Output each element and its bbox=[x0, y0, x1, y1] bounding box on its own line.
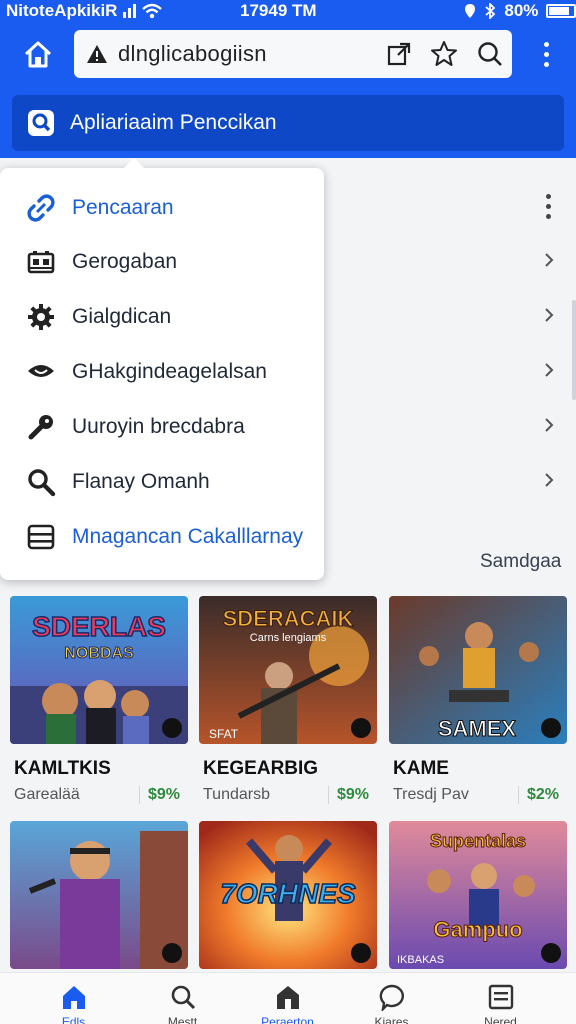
art-title: Gampuo bbox=[433, 917, 522, 942]
game-title: KAME bbox=[393, 758, 449, 779]
game-title: KEGEARBIG bbox=[203, 758, 319, 779]
section-link[interactable]: Samdgaa bbox=[480, 551, 561, 573]
inbox-icon bbox=[488, 984, 514, 1010]
nav-label: Mestt bbox=[167, 1015, 198, 1024]
art-corner-text: SFAT bbox=[209, 727, 239, 741]
game-thumbnail[interactable]: 7ORHNES bbox=[199, 821, 377, 969]
menu-item-label: Gerogaban bbox=[72, 249, 178, 273]
key-icon bbox=[26, 412, 56, 442]
art-subtitle: Carns lengiams bbox=[250, 632, 327, 644]
art-subtitle: NOBDAS bbox=[64, 645, 134, 662]
menu-item-label: Uuroyin brecdabra bbox=[72, 414, 245, 438]
menu-item-mnagancan-cakalllarnay[interactable]: Mnagancan Cakalllarnay bbox=[0, 509, 324, 564]
battery-percent: 80% bbox=[504, 1, 539, 20]
search-icon bbox=[26, 467, 56, 497]
home-icon bbox=[24, 41, 52, 68]
game-thumbnail[interactable]: SDERACAIK Carns lengiams SFAT bbox=[199, 596, 377, 744]
game-title: KAMLTKIS bbox=[14, 758, 111, 779]
game-percent: $9% bbox=[327, 786, 369, 804]
dropdown-menu: Pencaaran Gerogaban Gialgdican GHakginde… bbox=[0, 158, 324, 580]
game-percent: $9% bbox=[138, 786, 180, 804]
nav-label: Nered bbox=[484, 1015, 517, 1024]
section-more-button[interactable] bbox=[538, 190, 558, 222]
game-percent: $2% bbox=[517, 786, 559, 804]
url-bar[interactable]: dlnglicabogiisn bbox=[74, 30, 512, 78]
search-strip-label: Apliariaaim Penccikan bbox=[70, 111, 277, 134]
signal-icon bbox=[123, 4, 137, 18]
game-thumbnail[interactable]: SDERLAS NOBDAS bbox=[10, 596, 188, 744]
nav-item-mestt[interactable]: Mestt bbox=[125, 973, 240, 1024]
location-icon bbox=[465, 4, 476, 18]
list-icon bbox=[26, 522, 56, 552]
status-time: 17949 TM bbox=[240, 1, 317, 20]
scrollbar-thumb[interactable] bbox=[572, 300, 576, 400]
share-edit-icon[interactable] bbox=[386, 41, 412, 67]
search-strip[interactable]: Apliariaaim Penccikan bbox=[12, 95, 564, 151]
chevron-right-icon[interactable] bbox=[540, 361, 558, 379]
menu-item-ghakgindeagelalsan[interactable]: GHakgindeagelalsan bbox=[0, 344, 324, 399]
home-button[interactable] bbox=[18, 34, 58, 74]
nav-item-edls[interactable]: Edls bbox=[16, 973, 131, 1024]
menu-item-label: Mnagancan Cakalllarnay bbox=[72, 524, 304, 548]
search-icon bbox=[28, 110, 54, 136]
menu-item-pencaaran[interactable]: Pencaaran bbox=[0, 180, 324, 235]
art-corner-text: IKBAKAS bbox=[397, 954, 444, 966]
nav-item-kiares[interactable]: Kiares bbox=[334, 973, 449, 1024]
browser-toolbar: dlnglicabogiisn Apliariaaim Penccikan bbox=[0, 22, 576, 158]
chevron-right-icon[interactable] bbox=[540, 251, 558, 269]
menu-item-label: GHakgindeagelalsan bbox=[72, 359, 267, 383]
game-thumbnail[interactable]: SAMEX bbox=[389, 596, 567, 744]
status-app-name: NitoteApkikiR bbox=[6, 1, 118, 20]
gear-icon bbox=[26, 302, 56, 332]
art-subtitle: Supentalas bbox=[430, 831, 526, 851]
art-title: SDERLAS bbox=[32, 611, 166, 642]
gamepad-icon bbox=[26, 247, 56, 277]
art-title: 7ORHNES bbox=[220, 878, 356, 909]
nav-item-peraerton[interactable]: Peraerton bbox=[230, 973, 345, 1024]
link-icon bbox=[26, 193, 56, 223]
search-icon[interactable] bbox=[476, 40, 504, 68]
search-icon bbox=[171, 985, 196, 1010]
game-subtitle: Tresdj Pav bbox=[393, 786, 469, 803]
game-subtitle: Garealää bbox=[14, 786, 80, 803]
menu-item-label: Flanay Omanh bbox=[72, 469, 210, 493]
game-thumbnail[interactable]: Supentalas Gampuo IKBAKAS bbox=[389, 821, 567, 969]
nav-label: Kiares bbox=[374, 1015, 409, 1024]
menu-item-flanay-omanh[interactable]: Flanay Omanh bbox=[0, 454, 324, 509]
game-subtitle: Tundarsb bbox=[203, 786, 270, 803]
overflow-menu-button[interactable] bbox=[534, 38, 558, 70]
menu-item-label: Gialgdican bbox=[72, 304, 172, 328]
nav-item-nered[interactable]: Nered bbox=[443, 973, 558, 1024]
menu-item-gialgdican[interactable]: Gialgdican bbox=[0, 289, 324, 344]
bottom-nav: Edls Mestt Peraerton Kiares Nered bbox=[0, 972, 576, 1024]
menu-item-label: Pencaaran bbox=[72, 195, 174, 219]
wifi-icon bbox=[142, 3, 163, 19]
art-title: SDERACAIK bbox=[223, 606, 354, 631]
bluetooth-icon bbox=[485, 3, 496, 19]
battery-icon bbox=[546, 4, 576, 18]
status-bar: NitoteApkikiR 17949 TM 80% 90 bbox=[0, 0, 576, 22]
warning-icon bbox=[87, 45, 107, 63]
eye-icon bbox=[26, 357, 56, 387]
art-title: SAMEX bbox=[438, 716, 517, 741]
url-text: dlnglicabogiisn bbox=[118, 41, 267, 66]
nav-label: Edls bbox=[61, 1015, 86, 1024]
chevron-right-icon[interactable] bbox=[540, 306, 558, 324]
chevron-right-icon[interactable] bbox=[540, 416, 558, 434]
menu-item-uuroyin-brecdabra[interactable]: Uuroyin brecdabra bbox=[0, 399, 324, 454]
chat-icon bbox=[379, 984, 404, 1011]
house-icon bbox=[277, 986, 299, 1009]
nav-label: Peraerton bbox=[261, 1015, 314, 1024]
star-icon[interactable] bbox=[430, 40, 458, 68]
chevron-right-icon[interactable] bbox=[540, 471, 558, 489]
home-icon bbox=[63, 986, 85, 1009]
menu-item-gerogaban[interactable]: Gerogaban bbox=[0, 234, 324, 289]
game-thumbnail[interactable] bbox=[10, 821, 188, 969]
